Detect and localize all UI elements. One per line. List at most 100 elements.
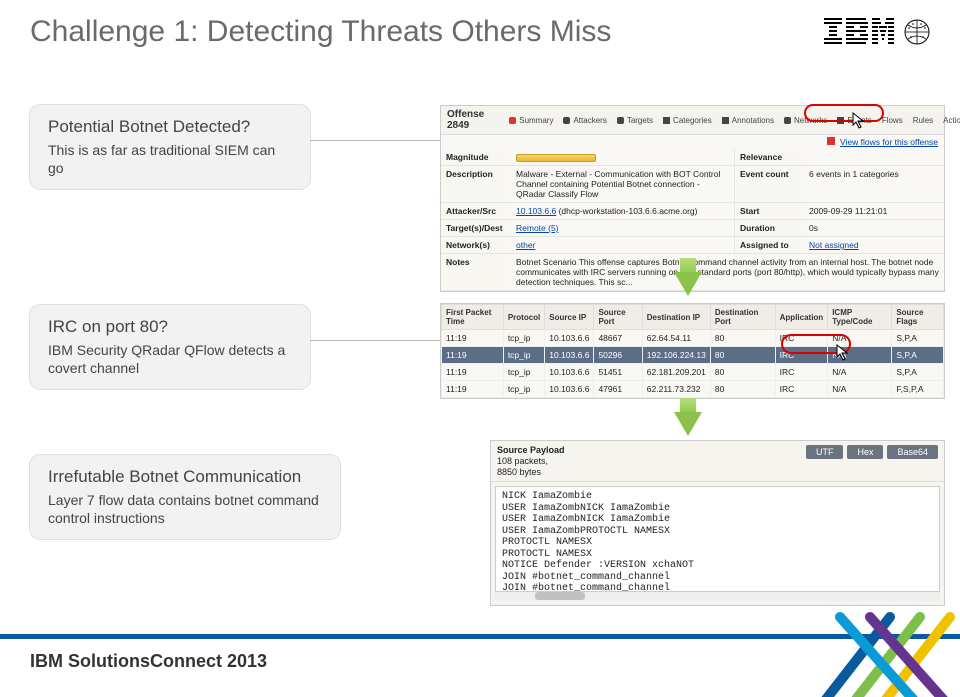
flow-col-header[interactable]: First Packet Time <box>442 305 504 330</box>
scrollbar-thumb[interactable] <box>535 592 585 600</box>
table-cell: F,S,P,A <box>892 381 944 398</box>
table-cell: 80 <box>710 364 775 381</box>
enc-tab-base64[interactable]: Base64 <box>887 445 938 459</box>
value-targets: Remote (5) <box>511 220 734 236</box>
table-cell: tcp_ip <box>503 364 544 381</box>
table-cell: 10.103.6.6 <box>545 364 594 381</box>
page-title: Challenge 1: Detecting Threats Others Mi… <box>30 15 611 49</box>
flow-col-header[interactable]: Destination Port <box>710 305 775 330</box>
table-row[interactable]: 11:19tcp_ip10.103.6.650296192.106.224.13… <box>442 347 944 364</box>
enc-tab-hex[interactable]: Hex <box>847 445 883 459</box>
square-icon <box>837 117 844 124</box>
table-cell: IRC <box>775 381 828 398</box>
table-cell: S,P,A <box>892 347 944 364</box>
footer-text: IBM SolutionsConnect 2013 <box>30 651 267 672</box>
table-cell: 50296 <box>594 347 642 364</box>
table-cell: 62.181.209.201 <box>642 364 710 381</box>
callout-subtitle: Layer 7 flow data contains botnet comman… <box>48 491 322 527</box>
callout-title: Potential Botnet Detected? <box>48 117 292 137</box>
table-cell: IRC <box>775 330 828 347</box>
flow-col-header[interactable]: Destination IP <box>642 305 710 330</box>
enc-tab-utf[interactable]: UTF <box>806 445 844 459</box>
value-description: Malware - External - Communication with … <box>511 166 734 202</box>
value-event-count: 6 events in 1 categories <box>804 166 944 202</box>
connector-line <box>310 340 440 341</box>
dot-icon <box>617 117 624 124</box>
callout-title: Irrefutable Botnet Communication <box>48 467 322 487</box>
tab-events[interactable]: Events <box>833 114 875 127</box>
tab-networks[interactable]: Networks <box>780 114 831 127</box>
payload-stats: 108 packets, 8850 bytes <box>497 456 565 478</box>
tab-categories[interactable]: Categories <box>659 114 716 127</box>
footer: IBM SolutionsConnect 2013 <box>0 622 960 687</box>
table-cell: 11:19 <box>442 364 504 381</box>
label-networks: Network(s) <box>441 237 511 253</box>
table-cell: 11:19 <box>442 347 504 364</box>
tab-annotations[interactable]: Annotations <box>718 114 778 127</box>
flow-table: First Packet TimeProtocolSource IPSource… <box>441 304 944 398</box>
table-cell: IRC <box>775 364 828 381</box>
table-cell: 192.106.224.13 <box>642 347 710 364</box>
callout-subtitle: This is as far as traditional SIEM can g… <box>48 141 292 177</box>
tab-targets[interactable]: Targets <box>613 114 657 127</box>
flow-col-header[interactable]: Application <box>775 305 828 330</box>
table-cell: 10.103.6.6 <box>545 330 594 347</box>
dot-icon <box>784 117 791 124</box>
flow-col-header[interactable]: Protocol <box>503 305 544 330</box>
callout-irc-port80: IRC on port 80? IBM Security QRadar QFlo… <box>30 305 310 389</box>
table-cell: 10.103.6.6 <box>545 347 594 364</box>
callout-botnet-detected: Potential Botnet Detected? This is as fa… <box>30 105 310 189</box>
flow-col-header[interactable]: Source Flags <box>892 305 944 330</box>
tab-rules[interactable]: Rules <box>909 114 937 127</box>
tab-flows[interactable]: Flows <box>878 114 907 127</box>
label-magnitude: Magnitude <box>441 149 511 165</box>
table-cell: 62.64.54.11 <box>642 330 710 347</box>
table-row[interactable]: 11:19tcp_ip10.103.6.65145162.181.209.201… <box>442 364 944 381</box>
value-networks: other <box>511 237 734 253</box>
table-cell: tcp_ip <box>503 347 544 364</box>
label-relevance: Relevance <box>734 149 804 165</box>
table-cell: 48667 <box>594 330 642 347</box>
table-cell: 80 <box>710 330 775 347</box>
value-notes: Botnet Scenario This offense captures Bo… <box>511 254 944 290</box>
value-start: 2009-09-29 11:21:01 <box>804 203 944 219</box>
table-cell: 80 <box>710 347 775 364</box>
table-cell: N/A <box>828 381 892 398</box>
flow-col-header[interactable]: ICMP Type/Code <box>828 305 892 330</box>
tab-attackers[interactable]: Attackers <box>559 114 610 127</box>
dot-icon <box>509 117 516 124</box>
table-cell: IRC <box>775 347 828 364</box>
footer-art-icon <box>800 577 960 697</box>
flow-col-header[interactable]: Source Port <box>594 305 642 330</box>
offense-id: Offense 2849 <box>447 109 484 131</box>
callout-irrefutable: Irrefutable Botnet Communication Layer 7… <box>30 455 340 539</box>
table-cell: 62.211.73.232 <box>642 381 710 398</box>
table-cell: 10.103.6.6 <box>545 381 594 398</box>
flows-link-note[interactable]: View flows for this offense <box>441 135 944 149</box>
callout-title: IRC on port 80? <box>48 317 292 337</box>
magnitude-bar-icon <box>516 154 596 162</box>
table-cell: 51451 <box>594 364 642 381</box>
table-cell: tcp_ip <box>503 381 544 398</box>
globe-icon <box>904 19 930 45</box>
label-targets: Target(s)/Dest <box>441 220 511 236</box>
tab-summary[interactable]: Summary <box>505 114 557 127</box>
tab-actions[interactable]: Actions▾ <box>939 114 960 127</box>
dot-icon <box>563 117 570 124</box>
connector-line <box>310 140 440 141</box>
table-cell: S,P,A <box>892 330 944 347</box>
table-row[interactable]: 11:19tcp_ip10.103.6.64796162.211.73.2328… <box>442 381 944 398</box>
value-relevance <box>804 149 944 165</box>
flow-col-header[interactable]: Source IP <box>545 305 594 330</box>
payload-label: Source Payload <box>497 445 565 456</box>
square-icon <box>722 117 729 124</box>
label-event-count: Event count <box>734 166 804 202</box>
table-row[interactable]: 11:19tcp_ip10.103.6.64866762.64.54.1180I… <box>442 330 944 347</box>
payload-header: Source Payload 108 packets, 8850 bytes U… <box>491 441 944 482</box>
table-cell: N/A <box>828 330 892 347</box>
table-cell: 11:19 <box>442 381 504 398</box>
label-notes: Notes <box>441 254 511 290</box>
value-magnitude <box>511 149 734 165</box>
table-cell: N/A <box>828 364 892 381</box>
label-description: Description <box>441 166 511 202</box>
